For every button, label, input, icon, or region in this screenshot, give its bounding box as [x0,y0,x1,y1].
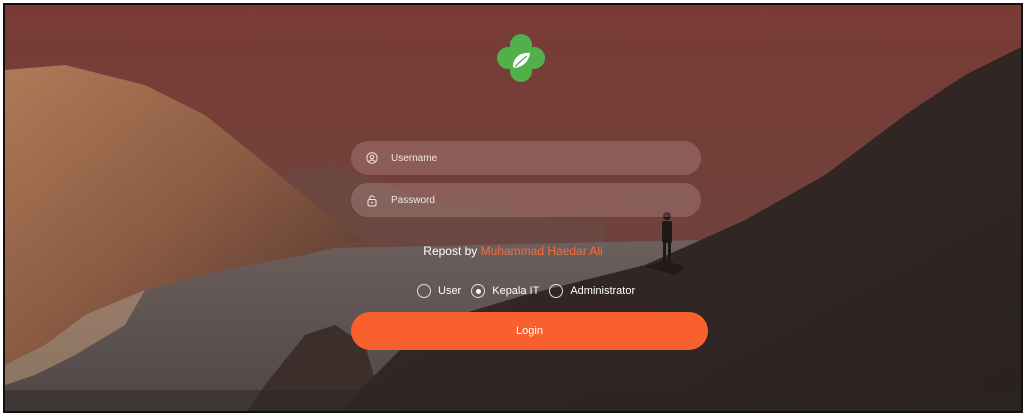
role-radio-group: User Kepala IT Administrator [417,284,645,298]
role-option-user[interactable]: User [417,284,461,298]
role-label: User [438,285,462,297]
radio-selected-icon[interactable] [471,284,486,298]
username-field[interactable] [351,141,701,175]
credit-author: Muhammad Haedar Ali [480,244,603,258]
login-button[interactable]: Login [351,312,708,350]
role-label: Kepala IT [492,285,540,297]
password-input[interactable] [391,194,691,206]
user-icon [365,151,379,165]
radio-circle-icon[interactable] [549,284,564,298]
leaf-cross-logo [497,34,545,82]
username-input[interactable] [391,152,691,164]
role-option-administrator[interactable]: Administrator [549,284,635,298]
radio-circle-icon[interactable] [417,284,431,298]
lock-icon [365,193,379,207]
login-page: Repost by Muhammad Haedar Ali User Kepal… [3,3,1023,413]
password-field[interactable] [351,183,701,217]
credit-prefix: Repost by [423,244,481,258]
role-label: Administrator [570,285,636,297]
repost-credit: Repost by Muhammad Haedar Ali [5,244,1021,258]
role-option-kepala-it[interactable]: Kepala IT [471,284,539,298]
